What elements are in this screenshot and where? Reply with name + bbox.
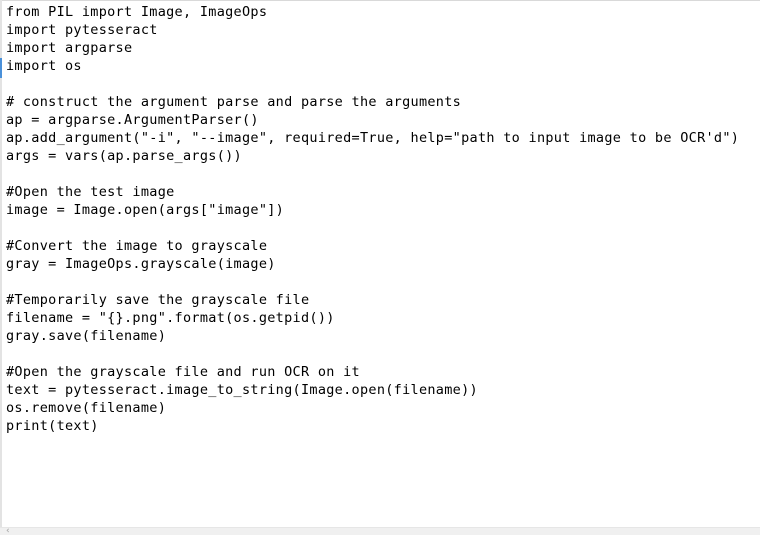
- code-text-area[interactable]: from PIL import Image, ImageOps import p…: [6, 3, 739, 435]
- code-line: gray.save(filename): [6, 328, 167, 344]
- left-gutter: [0, 0, 2, 535]
- chevron-left-icon[interactable]: ‹: [6, 527, 10, 535]
- code-line: print(text): [6, 418, 99, 434]
- code-line: #Temporarily save the grayscale file: [6, 292, 310, 308]
- code-line: from PIL import Image, ImageOps: [6, 4, 268, 20]
- code-line: filename = "{}.png".format(os.getpid()): [6, 310, 335, 326]
- code-line: #Open the test image: [6, 184, 175, 200]
- code-line: ap = argparse.ArgumentParser(): [6, 112, 259, 128]
- top-border: [0, 0, 760, 1]
- code-line: import pytesseract: [6, 22, 158, 38]
- code-line: # construct the argument parse and parse…: [6, 94, 462, 110]
- horizontal-scrollbar[interactable]: ‹: [0, 527, 760, 535]
- code-line: gray = ImageOps.grayscale(image): [6, 256, 276, 272]
- code-line: import argparse: [6, 40, 133, 56]
- code-line: #Open the grayscale file and run OCR on …: [6, 364, 360, 380]
- code-line: ap.add_argument("-i", "--image", require…: [6, 130, 740, 146]
- code-line: os.remove(filename): [6, 400, 167, 416]
- code-line: import os: [6, 58, 82, 74]
- code-editor[interactable]: from PIL import Image, ImageOps import p…: [0, 0, 760, 535]
- code-line: #Convert the image to grayscale: [6, 238, 268, 254]
- code-line: args = vars(ap.parse_args()): [6, 148, 242, 164]
- code-line: image = Image.open(args["image"]): [6, 202, 285, 218]
- code-line: text = pytesseract.image_to_string(Image…: [6, 382, 478, 398]
- line-marker: [0, 58, 2, 78]
